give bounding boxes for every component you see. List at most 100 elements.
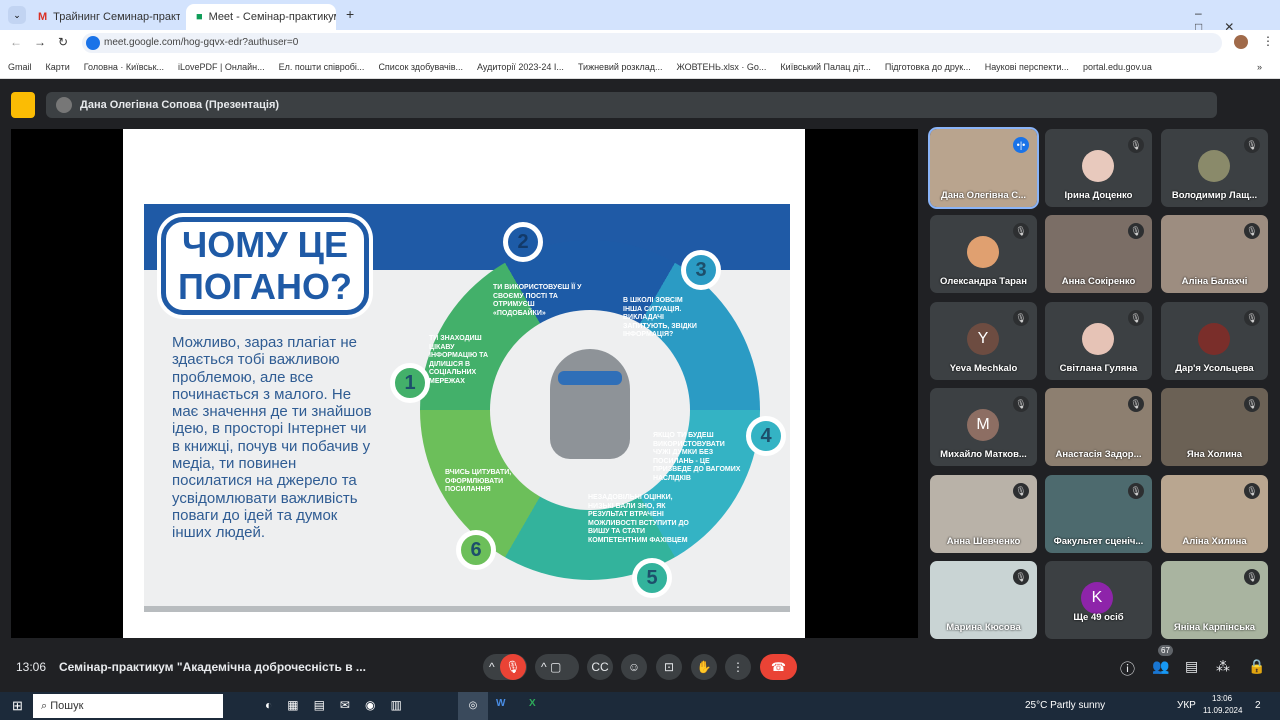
- participant-tile[interactable]: 🎙 Володимир Лащ...: [1161, 129, 1268, 207]
- mic-off-button[interactable]: 🎙: [500, 654, 526, 680]
- mic-off-icon: 🎙: [1244, 396, 1260, 412]
- mic-off-icon: 🎙: [1244, 223, 1260, 239]
- participant-avatar: K: [1081, 582, 1113, 614]
- participant-name: Аліна Хилина: [1182, 536, 1247, 547]
- reload-icon[interactable]: ↻: [58, 35, 68, 49]
- weather[interactable]: 25°C Partly sunny: [1025, 700, 1105, 711]
- info-icon[interactable]: ⓘ: [1120, 658, 1135, 679]
- slide-body: Можливо, зараз плагіат не здається тобі …: [172, 334, 372, 542]
- new-tab-button[interactable]: +: [346, 6, 354, 22]
- participant-tile[interactable]: Y 🎙 Yeva Mechkalo: [930, 302, 1037, 380]
- speaking-indicator-icon: •|•: [1013, 137, 1029, 153]
- step-number-1: 1: [390, 363, 430, 403]
- participant-tile[interactable]: 🎙 Яніна Карпінська: [1161, 561, 1268, 639]
- taskbar-apps[interactable]: ◐▦▤✉◉▥: [265, 698, 417, 712]
- camera-button[interactable]: ^ ▢: [535, 654, 579, 680]
- participant-tile[interactable]: 🎙 Анна Сокіренко: [1045, 215, 1152, 293]
- tab-meet[interactable]: ■Meet - Семінар-практикум◉✕: [186, 4, 336, 30]
- participant-name: Дана Олегівна С...: [940, 190, 1027, 201]
- forward-icon[interactable]: →: [34, 35, 46, 49]
- leave-call-button[interactable]: ☎: [760, 654, 797, 680]
- participant-name: Анастасія Задор...: [1055, 449, 1142, 460]
- host-controls-icon[interactable]: 🔒: [1248, 658, 1265, 675]
- captions-button[interactable]: CC: [587, 654, 613, 680]
- presenter-avatar: [56, 97, 72, 113]
- participant-tile[interactable]: 🎙 Світлана Гуляна: [1045, 302, 1152, 380]
- participant-tile[interactable]: 🎙 Анастасія Задор...: [1045, 388, 1152, 466]
- step-number-3: 3: [681, 250, 721, 290]
- tab-bar: ⌄ MТрайнинг Семинар-практикум✕ ■Meet - С…: [0, 0, 1280, 34]
- word-taskbar-icon[interactable]: W: [496, 698, 505, 709]
- taskbar-search[interactable]: ⌕ Пошук: [33, 694, 223, 718]
- mic-off-icon: 🎙: [1128, 137, 1144, 153]
- bookmark[interactable]: iLovePDF | Онлайн...: [178, 62, 265, 72]
- activities-icon[interactable]: ⁂: [1216, 658, 1230, 675]
- back-icon[interactable]: ←: [10, 35, 22, 49]
- participant-tile[interactable]: 🎙 Яна Холина: [1161, 388, 1268, 466]
- mic-off-icon: 🎙: [1128, 483, 1144, 499]
- step-text-1: Ти знаходиш цікаву інформацію та ділишся…: [429, 335, 488, 385]
- bookmark[interactable]: Ел. пошти співробі...: [279, 62, 365, 72]
- slide-footer-bar: [144, 606, 790, 612]
- mic-off-icon: 🎙: [1013, 483, 1029, 499]
- meeting-title: Семінар-практикум "Академічна доброчесні…: [59, 660, 366, 674]
- bookmark[interactable]: Карти: [46, 62, 70, 72]
- bookmark[interactable]: Наукові перспекти...: [985, 62, 1069, 72]
- participant-avatar: M: [967, 409, 999, 441]
- chrome-taskbar-icon[interactable]: ◎: [458, 692, 488, 720]
- chat-icon[interactable]: ▤: [1185, 658, 1198, 675]
- menu-icon[interactable]: ⋮: [1262, 34, 1274, 48]
- present-button[interactable]: ⊡: [656, 654, 682, 680]
- raise-hand-button[interactable]: ✋: [691, 654, 717, 680]
- participant-name: Олександра Таран: [940, 276, 1027, 287]
- more-bookmarks[interactable]: »: [1257, 62, 1262, 72]
- gmail-icon: M: [38, 11, 48, 23]
- mascot-image: [550, 349, 630, 459]
- participant-tile[interactable]: 🎙 Аліна Хилина: [1161, 475, 1268, 553]
- mic-off-icon: 🎙: [1244, 483, 1260, 499]
- bookmark[interactable]: Київський Палац діт...: [780, 62, 870, 72]
- participant-tile[interactable]: 🎙 Анна Шевченко: [930, 475, 1037, 553]
- participant-name: Анна Сокіренко: [1061, 276, 1136, 287]
- participant-avatar: [1082, 150, 1114, 182]
- bookmark[interactable]: Gmail: [8, 62, 32, 72]
- participant-name: Yeva Mechkalo: [949, 363, 1018, 374]
- bookmark[interactable]: Головна · Київськ...: [84, 62, 164, 72]
- profile-avatar[interactable]: [1234, 35, 1248, 49]
- participant-tile[interactable]: 🎙 Ірина Доценко: [1045, 129, 1152, 207]
- notifications-badge[interactable]: 2: [1255, 700, 1261, 711]
- bookmark[interactable]: Список здобувачів...: [378, 62, 463, 72]
- windows-start-icon[interactable]: ⊞: [12, 698, 23, 714]
- step-number-5: 5: [632, 558, 672, 598]
- bookmark[interactable]: portal.edu.gov.ua: [1083, 62, 1152, 72]
- participant-name: Дар'я Усольцева: [1175, 363, 1254, 374]
- bookmark[interactable]: ЖОВТЕНЬ.xlsx · Go...: [676, 62, 766, 72]
- participant-tile[interactable]: 🎙 Дар'я Усольцева: [1161, 302, 1268, 380]
- bookmark[interactable]: Тижневий розклад...: [578, 62, 663, 72]
- step-text-3: В школі зовсім інша ситуація. Викладачі …: [623, 297, 697, 338]
- presentation-icon[interactable]: [11, 92, 35, 118]
- step-text-4: Якщо ти будеш використовувати чужі думки…: [653, 432, 741, 482]
- participant-tile[interactable]: 🎙 Олександра Таран: [930, 215, 1037, 293]
- step-text-2: Ти використовуєш її у своєму пості та от…: [493, 284, 582, 317]
- site-info-icon[interactable]: [86, 36, 100, 50]
- excel-taskbar-icon[interactable]: X: [529, 698, 536, 709]
- more-options-button[interactable]: ⋮: [725, 654, 751, 680]
- mic-off-icon: 🎙: [1013, 223, 1029, 239]
- bookmark[interactable]: Аудиторії 2023-24 І...: [477, 62, 564, 72]
- participant-tile[interactable]: M 🎙 Михайло Матков...: [930, 388, 1037, 466]
- participant-name: Ще 49 осіб: [1073, 612, 1124, 623]
- tab-search-button[interactable]: ⌄: [8, 6, 26, 24]
- participant-tile[interactable]: •|• Дана Олегівна С...: [928, 127, 1039, 209]
- emoji-button[interactable]: ☺: [621, 654, 647, 680]
- tab-gmail[interactable]: MТрайнинг Семинар-практикум✕: [28, 4, 180, 30]
- participant-tile[interactable]: 🎙 Факультет сценіч...: [1045, 475, 1152, 553]
- participant-tile[interactable]: 🎙 Аліна Балахчі: [1161, 215, 1268, 293]
- people-icon[interactable]: 👥: [1152, 658, 1169, 675]
- participant-tile[interactable]: K Ще 49 осіб: [1045, 561, 1152, 639]
- participant-tile[interactable]: 🎙 Марина Кюсова: [930, 561, 1037, 639]
- bookmark[interactable]: Підготовка до друк...: [885, 62, 971, 72]
- step-number-6: 6: [456, 530, 496, 570]
- keyboard-language[interactable]: УКР: [1177, 700, 1196, 711]
- url-input[interactable]: meet.google.com/hog-gqvx-edr?authuser=0: [82, 33, 1222, 53]
